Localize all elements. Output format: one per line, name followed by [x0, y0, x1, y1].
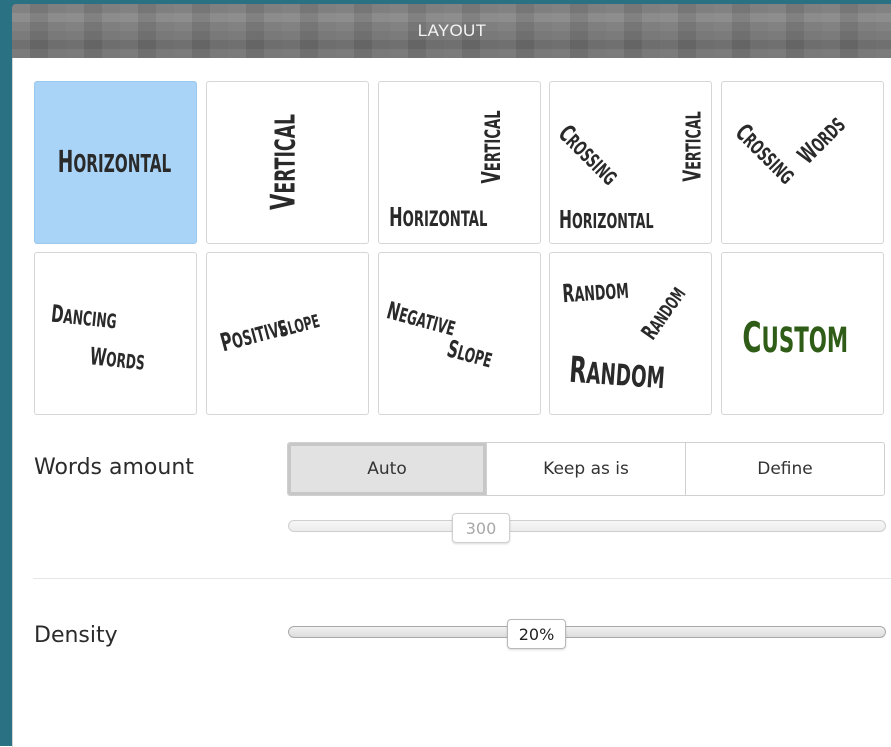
- layout-option-horizontal[interactable]: HORIZONTAL: [34, 81, 197, 244]
- tile-word: CUSTOM: [742, 313, 849, 362]
- layout-option-vertical[interactable]: VERTICAL: [206, 81, 369, 244]
- layout-option-dancing-words[interactable]: DANCING WORDS: [34, 252, 197, 415]
- layout-option-crossing-vertical[interactable]: CROSSING VERTICAL HORIZONTAL: [549, 81, 712, 244]
- layout-option-crossing-words[interactable]: CROSSING WORDS: [721, 81, 884, 244]
- layout-option-custom[interactable]: CUSTOM: [721, 252, 884, 415]
- tile-word: VERTICAL: [477, 110, 508, 184]
- tile-word: HORIZONTAL: [57, 145, 172, 180]
- words-amount-slider-handle[interactable]: 300: [452, 513, 510, 543]
- layout-title: LAYOUT: [417, 21, 487, 40]
- tile-word: CROSSING: [552, 119, 622, 190]
- tile-word: RANDOM: [637, 284, 691, 345]
- tile-word: WORDS: [88, 342, 146, 375]
- tile-word: NEGATIVE: [383, 296, 458, 341]
- density-slider-handle[interactable]: 20%: [507, 619, 566, 649]
- layout-header: LAYOUT: [12, 4, 891, 58]
- tile-word: SLOPE: [444, 334, 495, 373]
- layout-option-vertical-horizontal[interactable]: VERTICAL HORIZONTAL: [378, 81, 541, 244]
- tile-word: WORDS: [792, 113, 851, 170]
- tile-word: RANDOM: [561, 278, 630, 309]
- layout-option-positive-slope[interactable]: POSITIVE SLOPE: [206, 252, 369, 415]
- words-amount-define-button[interactable]: Define: [685, 443, 884, 495]
- section-divider: [33, 578, 891, 579]
- tile-word: RANDOM: [567, 349, 666, 396]
- words-amount-slider-track[interactable]: [288, 520, 886, 532]
- layout-option-random[interactable]: RANDOM RANDOM RANDOM: [549, 252, 712, 415]
- density-label: Density: [34, 623, 118, 648]
- layout-option-negative-slope[interactable]: NEGATIVE SLOPE: [378, 252, 541, 415]
- tile-word: VERTICAL: [263, 114, 304, 210]
- words-amount-label: Words amount: [34, 455, 194, 480]
- tile-word: HORIZONTAL: [389, 203, 488, 233]
- tile-word: DANCING: [49, 299, 118, 334]
- words-amount-auto-button[interactable]: Auto: [288, 443, 486, 495]
- words-amount-segmented-control: Auto Keep as is Define: [287, 442, 885, 496]
- words-amount-keep-button[interactable]: Keep as is: [486, 443, 685, 495]
- density-slider-track[interactable]: [288, 626, 886, 638]
- tile-word: HORIZONTAL: [558, 205, 654, 234]
- tile-word: VERTICAL: [677, 111, 707, 182]
- tile-word: CROSSING: [729, 118, 799, 189]
